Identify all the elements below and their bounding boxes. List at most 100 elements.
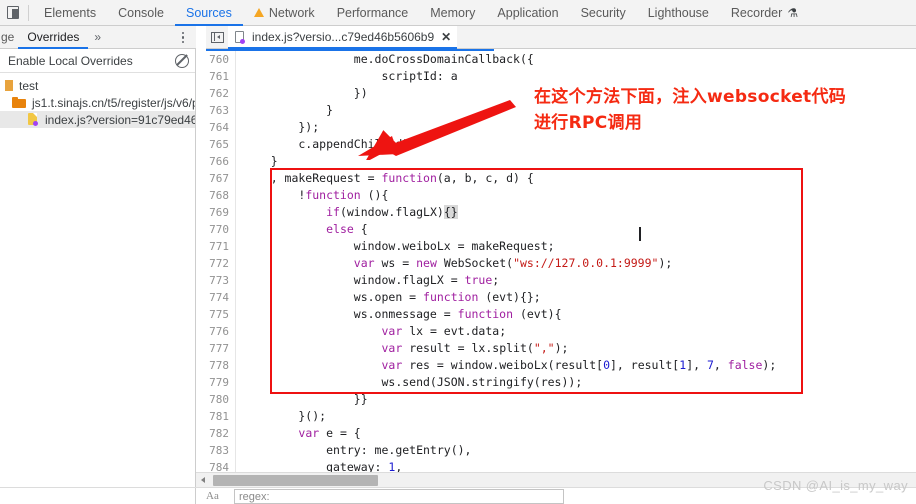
code-line-text: var res = window.weiboLx(result[0], resu…: [381, 358, 777, 372]
tab-security[interactable]: Security: [570, 0, 637, 26]
line-number: 783: [196, 442, 236, 459]
flask-icon: ⚗: [787, 5, 799, 20]
tree-item-test[interactable]: test: [0, 77, 195, 94]
code-line-text: me.doCrossDomainCallback({: [243, 52, 534, 66]
tab-console[interactable]: Console: [107, 0, 175, 26]
sidebar-tab-page[interactable]: ge: [0, 26, 18, 49]
tabbar-divider: [28, 4, 29, 21]
scrollbar-thumb[interactable]: [213, 474, 378, 486]
close-icon[interactable]: ✕: [441, 31, 451, 43]
match-case-icon[interactable]: Aa: [206, 490, 219, 502]
code-line[interactable]: 766 }: [196, 153, 916, 170]
code-line[interactable]: 771 window.weiboLx = makeRequest;: [196, 238, 916, 255]
code-line-text: , makeRequest = function(a, b, c, d) {: [243, 171, 534, 185]
code-line[interactable]: 784 gateway: 1,: [196, 459, 916, 472]
no-entry-icon[interactable]: [175, 53, 189, 68]
tab-network[interactable]: Network: [243, 0, 326, 26]
sources-navigator-tabs: ge Overrides »: [0, 26, 196, 49]
code-lines: 760 me.doCrossDomainCallback({761 script…: [196, 51, 916, 472]
line-number: 778: [196, 357, 236, 374]
code-line-text: ws.send(JSON.stringify(res));: [243, 375, 583, 389]
warning-triangle-icon: [253, 8, 264, 17]
sidebar-tab-overrides[interactable]: Overrides: [18, 26, 88, 49]
tab-recorder[interactable]: Recorder ⚗: [720, 0, 809, 26]
code-line-text: window.weiboLx = makeRequest;: [243, 239, 555, 253]
code-line[interactable]: 779 ws.send(JSON.stringify(res));: [196, 374, 916, 391]
tab-performance-label: Performance: [336, 5, 409, 20]
tree-item-domain-folder[interactable]: js1.t.sinajs.cn/t5/register/js/v6/pl/i: [0, 94, 195, 111]
tree-item-index-js[interactable]: index.js?version=91c79ed46b56: [0, 111, 195, 128]
tab-memory-label: Memory: [430, 5, 476, 20]
code-line-text: ws.onmessage = function (evt){: [243, 307, 562, 321]
enable-local-overrides-row[interactable]: Enable Local Overrides: [0, 49, 195, 73]
line-number: 771: [196, 238, 236, 255]
tab-sources-label: Sources: [185, 5, 232, 20]
code-line[interactable]: 762 }): [196, 85, 916, 102]
tab-security-label: Security: [580, 5, 626, 20]
code-line-text: ws.open = function (evt){};: [243, 290, 541, 304]
line-number: 773: [196, 272, 236, 289]
code-line[interactable]: 782 var e = {: [196, 425, 916, 442]
line-number: 761: [196, 68, 236, 85]
code-line[interactable]: 773 window.flagLX = true;: [196, 272, 916, 289]
code-line-text: }();: [243, 409, 327, 423]
search-input[interactable]: regex:: [234, 489, 564, 504]
js-file-icon: [28, 113, 39, 126]
code-line[interactable]: 761 scriptId: a: [196, 68, 916, 85]
editor-tab-label: index.js?versio...c79ed46b5606b9: [252, 30, 435, 44]
code-line[interactable]: 763 }: [196, 102, 916, 119]
code-line[interactable]: 778 var res = window.weiboLx(result[0], …: [196, 357, 916, 374]
code-line[interactable]: 780 }}: [196, 391, 916, 408]
code-line[interactable]: 781 }();: [196, 408, 916, 425]
tab-performance[interactable]: Performance: [326, 0, 420, 26]
horizontal-scrollbar[interactable]: [196, 472, 916, 487]
tab-application[interactable]: Application: [486, 0, 569, 26]
line-number: 782: [196, 425, 236, 442]
code-line[interactable]: 770 else {: [196, 221, 916, 238]
code-line[interactable]: 760 me.doCrossDomainCallback({: [196, 51, 916, 68]
code-line-text: if(window.flagLX){}: [326, 205, 458, 219]
code-line[interactable]: 768 !function (){: [196, 187, 916, 204]
text-caret: [639, 227, 641, 241]
editor-tab-index-js[interactable]: index.js?versio...c79ed46b5606b9 ✕: [228, 25, 458, 49]
code-line[interactable]: 774 ws.open = function (evt){};: [196, 289, 916, 306]
code-line-text: }: [243, 103, 334, 117]
devtools-window: Elements Console Sources Network Perform…: [0, 0, 916, 504]
code-line[interactable]: 765 c.appendChild(d): [196, 136, 916, 153]
folder-icon: [12, 97, 26, 108]
code-line[interactable]: 772 var ws = new WebSocket("ws://127.0.0…: [196, 255, 916, 272]
line-number: 776: [196, 323, 236, 340]
code-line-text: c.appendChild(d): [243, 137, 410, 151]
dock-panel-icon[interactable]: [0, 0, 26, 26]
code-editor[interactable]: 760 me.doCrossDomainCallback({761 script…: [196, 49, 916, 472]
line-number: 774: [196, 289, 236, 306]
more-tabs-icon[interactable]: »: [88, 30, 106, 44]
line-number: 765: [196, 136, 236, 153]
code-line[interactable]: 777 var result = lx.split(",");: [196, 340, 916, 357]
code-line[interactable]: 776 var lx = evt.data;: [196, 323, 916, 340]
code-line[interactable]: 764 });: [196, 119, 916, 136]
code-line[interactable]: 767 , makeRequest = function(a, b, c, d)…: [196, 170, 916, 187]
line-number: 770: [196, 221, 236, 238]
search-bar-left-spacer: [0, 488, 196, 504]
line-number: 763: [196, 102, 236, 119]
code-line[interactable]: 775 ws.onmessage = function (evt){: [196, 306, 916, 323]
code-line[interactable]: 769 if(window.flagLX){}: [196, 204, 916, 221]
code-line-text: else {: [326, 222, 368, 236]
sidebar-tab-page-label: ge: [1, 30, 15, 44]
scroll-left-icon[interactable]: [196, 473, 210, 488]
more-options-icon[interactable]: [176, 29, 190, 46]
line-number: 779: [196, 374, 236, 391]
code-line-text: var lx = evt.data;: [381, 324, 507, 338]
code-line-text: }): [243, 86, 368, 100]
tab-sources[interactable]: Sources: [175, 0, 243, 26]
code-line[interactable]: 783 entry: me.getEntry(),: [196, 442, 916, 459]
tab-elements[interactable]: Elements: [33, 0, 107, 26]
line-number: 781: [196, 408, 236, 425]
line-number: 784: [196, 459, 236, 472]
tab-recorder-label: Recorder: [730, 5, 783, 20]
tab-memory[interactable]: Memory: [419, 0, 486, 26]
tab-lighthouse[interactable]: Lighthouse: [637, 0, 720, 26]
show-navigator-icon[interactable]: [206, 26, 228, 49]
tree-item-domain-label: js1.t.sinajs.cn/t5/register/js/v6/pl/i: [32, 95, 195, 110]
